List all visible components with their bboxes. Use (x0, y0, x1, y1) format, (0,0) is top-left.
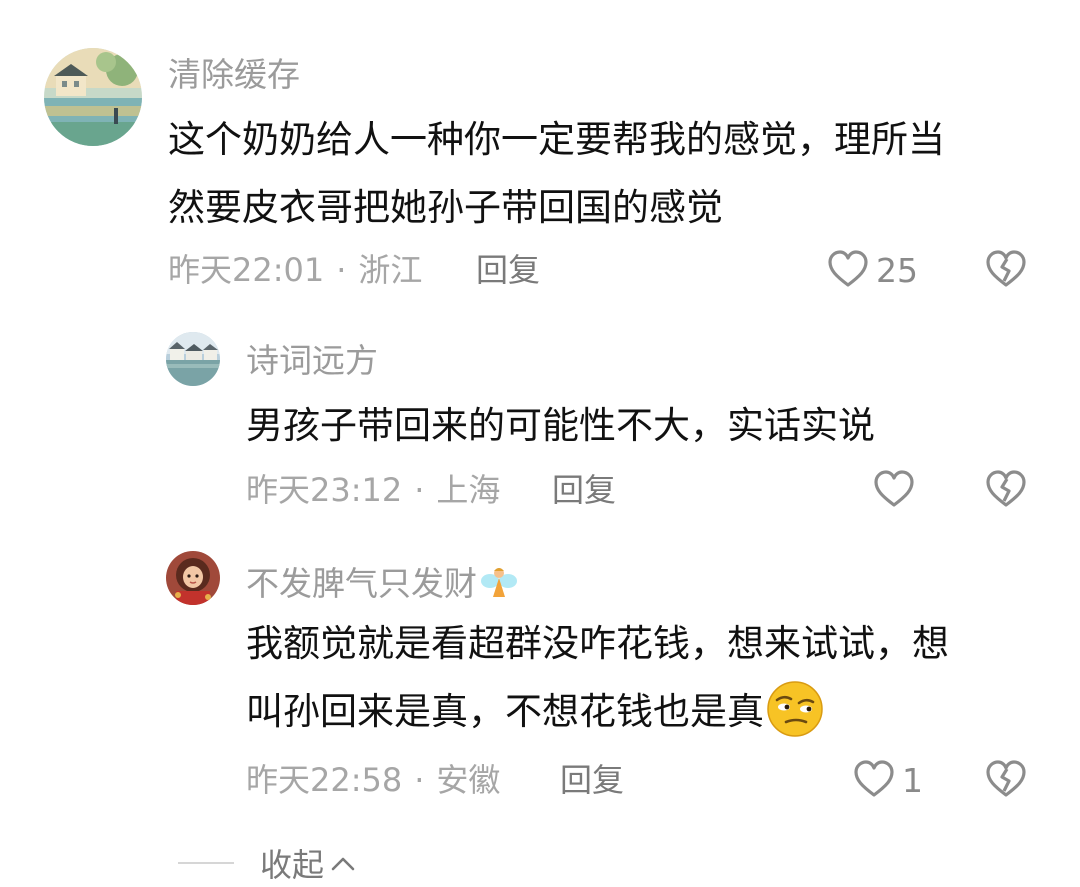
username-text: 不发脾气只发财 (246, 564, 477, 603)
skeptical-face-emoji-icon (767, 681, 823, 737)
username[interactable]: 不发脾气只发财 (246, 563, 519, 603)
like-count: 25 (876, 250, 918, 290)
heart-outline-icon (828, 250, 868, 287)
dislike-button[interactable] (984, 248, 1028, 292)
comment-text: 我额觉就是看超群没咋花钱，想来试试，想 叫孙回来是真，不想花钱也是真 (246, 610, 949, 746)
comment-meta: 昨天23:12 · 上海 (246, 474, 500, 506)
broken-heart-icon (986, 250, 1026, 287)
comment-text: 这个奶奶给人一种你一定要帮我的感觉，理所当 然要皮衣哥把她孙子带回国的感觉 (168, 106, 945, 242)
comment-meta: 昨天22:58 · 安徽 (246, 764, 500, 796)
dislike-button[interactable] (984, 758, 1028, 802)
fairy-emoji-icon (481, 568, 517, 597)
avatar[interactable] (44, 48, 142, 146)
broken-heart-icon (986, 470, 1026, 507)
timestamp: 昨天22:58 (246, 761, 403, 799)
separator: · (336, 251, 347, 289)
landscape-painting-avatar-icon (44, 48, 142, 146)
chevron-up-icon (331, 857, 355, 871)
girl-portrait-avatar-icon (166, 551, 220, 605)
reply-button[interactable]: 回复 (560, 764, 624, 796)
avatar[interactable] (166, 332, 220, 386)
comment-text-line: 然要皮衣哥把她孙子带回国的感觉 (168, 186, 723, 229)
timestamp: 昨天22:01 (168, 251, 325, 289)
divider-line (178, 862, 234, 864)
river-town-avatar-icon (166, 332, 220, 386)
username[interactable]: 诗词远方 (246, 344, 378, 377)
separator: · (414, 471, 425, 509)
reply-button[interactable]: 回复 (476, 254, 540, 286)
location: 上海 (436, 471, 501, 509)
comment-meta: 昨天22:01 · 浙江 (168, 254, 422, 286)
location: 安徽 (436, 761, 501, 799)
collapse-replies-row: 收起 (178, 840, 356, 886)
comment-text: 男孩子带回来的可能性不大，实话实说 (246, 392, 875, 460)
timestamp: 昨天23:12 (246, 471, 403, 509)
location: 浙江 (358, 251, 423, 289)
reply-button[interactable]: 回复 (552, 474, 616, 506)
heart-outline-icon (854, 760, 894, 797)
comment-text-line: 这个奶奶给人一种你一定要帮我的感觉，理所当 (168, 118, 945, 161)
collapse-replies-button[interactable]: 收起 (260, 840, 356, 886)
comment-text-line: 男孩子带回来的可能性不大，实话实说 (246, 404, 875, 447)
like-count: 1 (902, 760, 923, 800)
dislike-button[interactable] (984, 468, 1028, 512)
comment-text-line: 叫孙回来是真，不想花钱也是真 (246, 678, 949, 746)
heart-outline-icon (874, 470, 914, 507)
username[interactable]: 清除缓存 (168, 58, 300, 91)
broken-heart-icon (986, 760, 1026, 797)
comment-text-line: 我额觉就是看超群没咋花钱，想来试试，想 (246, 622, 949, 665)
collapse-label: 收起 (260, 846, 325, 884)
separator: · (414, 761, 425, 799)
like-button[interactable]: 1 (852, 758, 923, 802)
like-button[interactable]: 25 (826, 248, 918, 292)
like-button[interactable] (872, 468, 922, 512)
comment-text-segment: 叫孙回来是真，不想花钱也是真 (246, 690, 764, 733)
avatar[interactable] (166, 551, 220, 605)
